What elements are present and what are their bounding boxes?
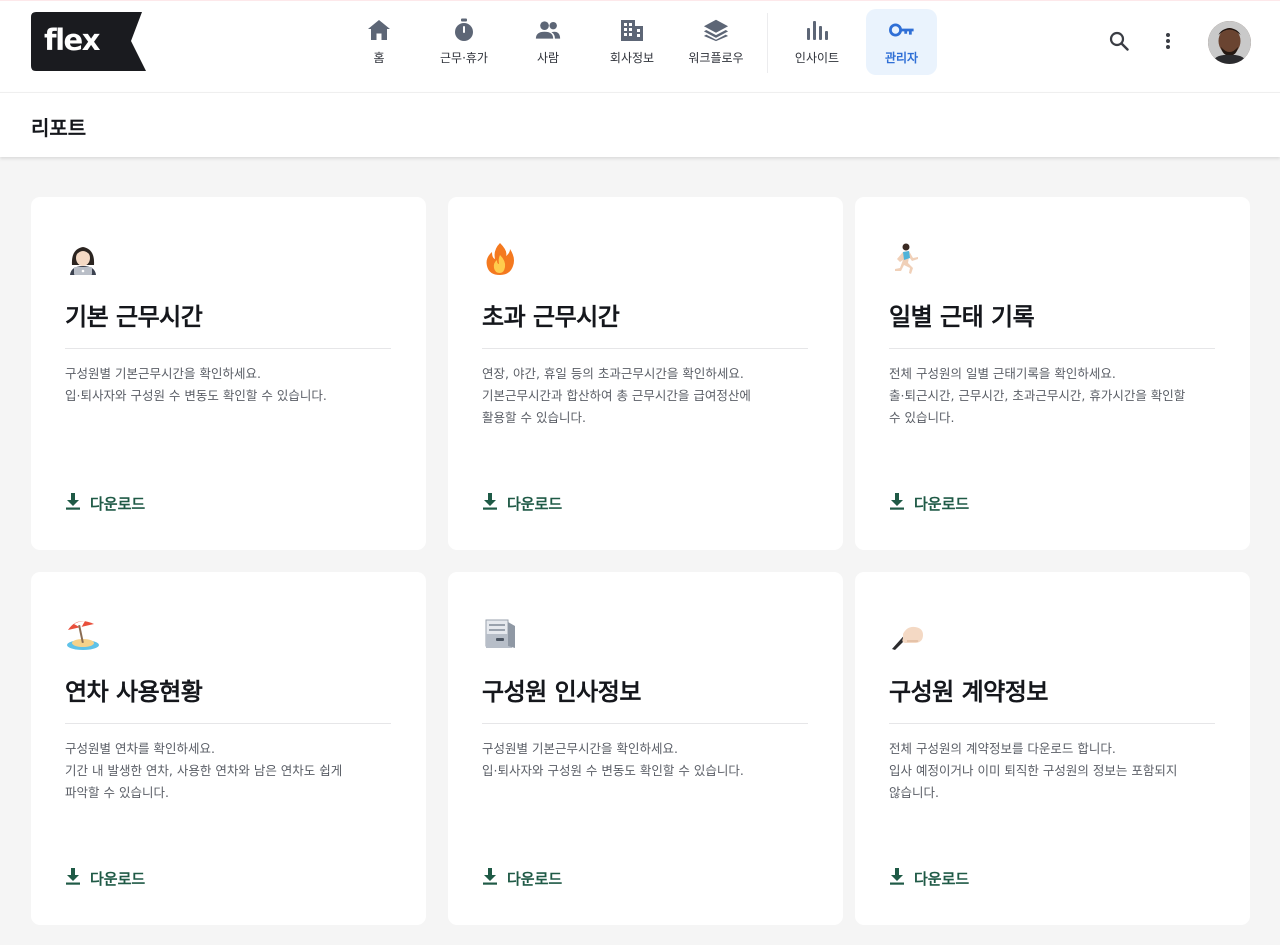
writing-hand-emoji (889, 616, 925, 652)
card-description-line: 입·퇴사자와 구성원 수 변동도 확인할 수 있습니다. (482, 763, 744, 778)
key-icon (888, 17, 915, 43)
card-description-line: 전체 구성원의 일별 근태기록을 확인하세요. (889, 366, 1116, 381)
card-title: 구성원 인사정보 (482, 678, 641, 706)
card-title: 초과 근무시간 (482, 303, 620, 331)
download-button[interactable]: 다운로드 (482, 491, 562, 515)
download-icon (65, 492, 81, 514)
card-divider (889, 348, 1215, 349)
card-divider (65, 723, 391, 724)
card-description-line: 출·퇴근시간, 근무시간, 초과근무시간, 휴가시간을 확인할 (889, 388, 1186, 403)
card-description: 전체 구성원의 일별 근태기록을 확인하세요. 출·퇴근시간, 근무시간, 초과… (889, 363, 1219, 429)
woman-technologist-emoji (65, 241, 101, 277)
download-icon (65, 867, 81, 889)
home-icon (366, 17, 392, 43)
download-button[interactable]: 다운로드 (889, 491, 969, 515)
card-description: 전체 구성원의 계약정보를 다운로드 합니다. 입사 예정이거나 이미 퇴직한 … (889, 738, 1219, 804)
download-button[interactable]: 다운로드 (65, 866, 145, 890)
layers-icon (703, 17, 729, 43)
download-button[interactable]: 다운로드 (889, 866, 969, 890)
beach-umbrella-emoji (65, 616, 101, 652)
user-avatar[interactable] (1208, 21, 1251, 64)
download-label: 다운로드 (90, 494, 146, 513)
people-icon (535, 17, 561, 43)
card-description: 구성원별 기본근무시간을 확인하세요. 입·퇴사자와 구성원 수 변동도 확인할… (65, 363, 395, 407)
nav-label: 관리자 (884, 51, 919, 65)
card-description-line: 구성원별 기본근무시간을 확인하세요. (65, 366, 261, 381)
card-title: 연차 사용현황 (65, 678, 203, 706)
fire-emoji (482, 241, 518, 277)
download-label: 다운로드 (507, 869, 563, 888)
card-description-line: 활용할 수 있습니다. (482, 410, 586, 425)
page-title: 리포트 (31, 116, 87, 140)
card-description-line: 파악할 수 있습니다. (65, 785, 169, 800)
nav-item-company-info[interactable]: 회사정보 (596, 9, 668, 75)
report-card-annual-leave: 연차 사용현황 구성원별 연차를 확인하세요. 기간 내 발생한 연차, 사용한… (31, 572, 426, 925)
more-menu-button[interactable] (1155, 30, 1181, 56)
runner-emoji (889, 241, 925, 277)
download-label: 다운로드 (914, 869, 970, 888)
report-card-overtime-hours: 초과 근무시간 연장, 야간, 휴일 등의 초과근무시간을 확인하세요. 기본근… (448, 197, 843, 550)
card-description-line: 기간 내 발생한 연차, 사용한 연차와 남은 연차도 쉽게 (65, 763, 343, 778)
card-description-line: 구성원별 기본근무시간을 확인하세요. (482, 741, 678, 756)
card-description-line: 전체 구성원의 계약정보를 다운로드 합니다. (889, 741, 1116, 756)
nav-item-work-leave[interactable]: 근무·휴가 (428, 9, 500, 75)
download-icon (482, 867, 498, 889)
download-label: 다운로드 (90, 869, 146, 888)
download-icon (889, 867, 905, 889)
bar-chart-icon (804, 17, 830, 43)
card-divider (889, 723, 1215, 724)
card-title: 일별 근태 기록 (889, 303, 1035, 331)
download-icon (482, 492, 498, 514)
card-description-line: 입·퇴사자와 구성원 수 변동도 확인할 수 있습니다. (65, 388, 327, 403)
more-vertical-icon (1165, 32, 1171, 54)
report-card-member-hr-info: 구성원 인사정보 구성원별 기본근무시간을 확인하세요. 입·퇴사자와 구성원 … (448, 572, 843, 925)
flex-logo[interactable]: flex (30, 11, 148, 72)
card-divider (65, 348, 391, 349)
search-button[interactable] (1106, 30, 1132, 56)
top-navigation-bar: flex 홈 근무·휴가 사람 회사정보 워크플로우 인사이트 관리자 (0, 0, 1280, 92)
nav-label: 인사이트 (794, 51, 840, 65)
nav-label: 근무·휴가 (440, 51, 488, 65)
card-description-line: 수 있습니다. (889, 410, 955, 425)
nav-item-people[interactable]: 사람 (512, 9, 584, 75)
page-header: 리포트 (0, 92, 1280, 157)
card-title: 기본 근무시간 (65, 303, 203, 331)
card-description: 구성원별 기본근무시간을 확인하세요. 입·퇴사자와 구성원 수 변동도 확인할… (482, 738, 812, 782)
card-divider (482, 723, 808, 724)
stopwatch-icon (451, 17, 477, 43)
logo-text: flex (44, 23, 100, 57)
nav-item-home[interactable]: 홈 (343, 9, 415, 75)
card-description: 연장, 야간, 휴일 등의 초과근무시간을 확인하세요. 기본근무시간과 합산하… (482, 363, 812, 429)
nav-label: 홈 (373, 51, 385, 65)
report-card-member-contract-info: 구성원 계약정보 전체 구성원의 계약정보를 다운로드 합니다. 입사 예정이거… (855, 572, 1250, 925)
building-icon (619, 17, 645, 43)
card-description-line: 기본근무시간과 합산하여 총 근무시간을 급여정산에 (482, 388, 751, 403)
download-button[interactable]: 다운로드 (65, 491, 145, 515)
card-file-box-emoji (482, 616, 518, 652)
nav-label: 사람 (536, 51, 560, 65)
card-title: 구성원 계약정보 (889, 678, 1048, 706)
card-description-line: 연장, 야간, 휴일 등의 초과근무시간을 확인하세요. (482, 366, 744, 381)
card-divider (482, 348, 808, 349)
card-description-line: 입사 예정이거나 이미 퇴직한 구성원의 정보는 포함되지 (889, 763, 1178, 778)
download-label: 다운로드 (507, 494, 563, 513)
download-label: 다운로드 (914, 494, 970, 513)
card-description: 구성원별 연차를 확인하세요. 기간 내 발생한 연차, 사용한 연차와 남은 … (65, 738, 395, 804)
card-description-line: 않습니다. (889, 785, 939, 800)
card-description-line: 구성원별 연차를 확인하세요. (65, 741, 215, 756)
nav-label: 워크플로우 (688, 51, 744, 65)
nav-item-admin[interactable]: 관리자 (866, 9, 937, 75)
download-button[interactable]: 다운로드 (482, 866, 562, 890)
report-card-basic-work-hours: 기본 근무시간 구성원별 기본근무시간을 확인하세요. 입·퇴사자와 구성원 수… (31, 197, 426, 550)
download-icon (889, 492, 905, 514)
nav-label: 회사정보 (609, 51, 655, 65)
nav-item-insight[interactable]: 인사이트 (781, 9, 853, 75)
search-icon (1109, 31, 1129, 55)
report-card-daily-attendance: 일별 근태 기록 전체 구성원의 일별 근태기록을 확인하세요. 출·퇴근시간,… (855, 197, 1250, 550)
nav-divider (767, 13, 768, 73)
nav-item-workflow[interactable]: 워크플로우 (680, 9, 752, 75)
